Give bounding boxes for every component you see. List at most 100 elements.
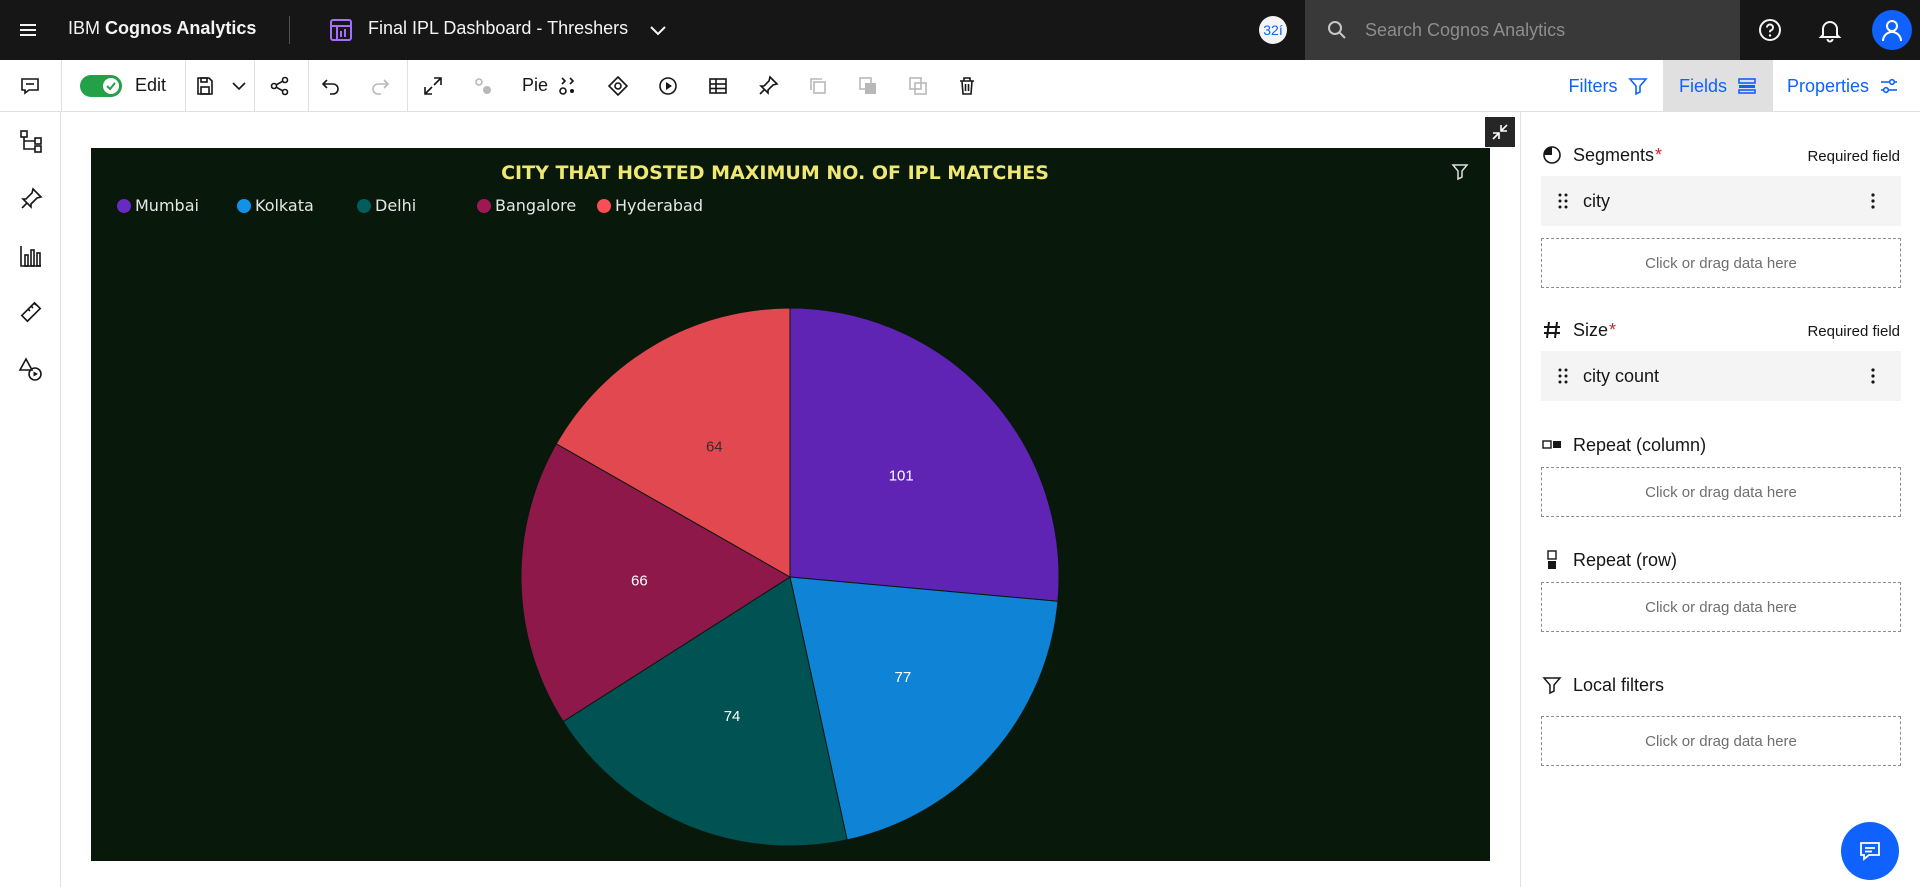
shapes-media-icon[interactable] [18, 356, 44, 382]
pie-slice-mumbai[interactable] [789, 307, 1060, 602]
bar-chart-icon[interactable] [18, 243, 44, 269]
legend-item-hyderabad[interactable]: Hyderabad [597, 196, 703, 215]
legend-label: Kolkata [255, 196, 314, 215]
legend-label: Hyderabad [615, 196, 703, 215]
fields-panel: Segments * Required field city Click or d… [1520, 112, 1920, 887]
local-filters-title: Local filters [1573, 674, 1665, 695]
segments-drop-zone[interactable]: Click or drag data here [1541, 238, 1901, 288]
chart-type-label[interactable]: Pie [522, 75, 548, 96]
dashboard-icon [328, 17, 354, 43]
pie-data-label: 64 [706, 439, 723, 456]
size-field-city-count[interactable]: city count [1541, 351, 1901, 401]
brand-prefix: IBM [68, 18, 101, 38]
comment-icon[interactable] [18, 74, 42, 98]
help-icon[interactable] [1757, 17, 1783, 43]
product-brand[interactable]: IBM Cognos Analytics [68, 18, 256, 39]
chat-icon [1860, 842, 1880, 861]
repeat-column-heading: Repeat (column) [1541, 434, 1706, 456]
repeat-row-heading: Repeat (row) [1541, 549, 1677, 571]
overflow-menu-icon[interactable] [1863, 366, 1883, 386]
redo-icon[interactable] [368, 74, 392, 98]
segments-title: Segments [1573, 144, 1655, 165]
checkmark-icon [103, 78, 119, 94]
share-icon[interactable] [268, 74, 292, 98]
left-rail [0, 112, 61, 887]
hierarchy-icon[interactable] [18, 128, 44, 154]
legend-item-bangalore[interactable]: Bangalore [477, 196, 576, 215]
legend-item-mumbai[interactable]: Mumbai [117, 196, 199, 215]
properties-label: Properties [1786, 75, 1870, 96]
chart-legend: Mumbai Kolkata Delhi Bangalore Hyderabad [91, 196, 991, 220]
local-filters-heading: Local filters [1541, 674, 1664, 696]
segments-field-city[interactable]: city [1541, 176, 1901, 226]
chevron-down-icon[interactable] [646, 18, 670, 42]
undo-icon[interactable] [319, 74, 343, 98]
hash-icon [1541, 319, 1563, 341]
status-badge[interactable]: 32í [1259, 16, 1287, 44]
user-avatar-icon[interactable] [1872, 10, 1912, 50]
bring-forward-icon[interactable] [856, 74, 880, 98]
collapse-icon[interactable] [1485, 117, 1515, 147]
delete-icon[interactable] [955, 74, 979, 98]
animate-icon[interactable] [656, 74, 680, 98]
filter-icon [1541, 674, 1563, 696]
legend-label: Delhi [375, 196, 417, 215]
sliders-icon [1881, 78, 1898, 94]
chevron-down-icon[interactable] [227, 74, 251, 98]
filter-icon[interactable] [1450, 162, 1470, 182]
repeat-column-icon [1541, 434, 1563, 456]
pin-icon[interactable] [756, 74, 780, 98]
pie-chart-widget[interactable]: 101 77 74 66 64 CITY THAT HOSTED MAXIMUM NO.… [91, 148, 1490, 861]
legend-item-kolkata[interactable]: Kolkata [237, 196, 314, 215]
toolbar-divider [254, 60, 255, 112]
legend-label: Mumbai [135, 196, 199, 215]
legend-item-delhi[interactable]: Delhi [357, 196, 416, 215]
legend-swatch [237, 198, 251, 213]
filters-label: Filters [1568, 75, 1618, 96]
chart-title: CITY THAT HOSTED MAXIMUM NO. OF IPL MATC… [501, 162, 1049, 184]
repeat-row-drop-zone[interactable]: Click or drag data here [1541, 582, 1901, 632]
segments-heading: Segments * [1541, 144, 1662, 166]
send-backward-icon[interactable] [906, 74, 930, 98]
edit-toggle[interactable] [80, 75, 122, 97]
format-icon[interactable] [606, 74, 630, 98]
change-visualization-icon[interactable] [556, 74, 580, 98]
fields-label: Fields [1678, 75, 1727, 96]
connect-icon[interactable] [471, 74, 495, 98]
field-label: city count [1583, 365, 1660, 386]
search-bar [1305, 0, 1740, 60]
legend-swatch [477, 198, 491, 213]
filters-button[interactable]: Filters [1553, 60, 1663, 112]
toolbar-divider [407, 60, 408, 112]
size-title: Size [1573, 319, 1609, 340]
design-tools-icon[interactable] [18, 299, 44, 325]
dashboard-title[interactable]: Final IPL Dashboard - Threshers [368, 18, 628, 39]
expand-icon[interactable] [421, 74, 445, 98]
pie-data-label: 101 [889, 467, 914, 484]
repeat-column-drop-zone[interactable]: Click or drag data here [1541, 467, 1901, 517]
segments-required-label: Required field [1807, 148, 1900, 165]
pie-data-label: 66 [631, 573, 648, 590]
save-icon[interactable] [193, 74, 217, 98]
filter-icon [1627, 78, 1648, 96]
header-divider [289, 16, 290, 44]
search-input[interactable] [1365, 14, 1725, 46]
overflow-menu-icon[interactable] [1863, 191, 1883, 211]
properties-button[interactable]: Properties [1773, 60, 1913, 112]
copy-icon[interactable] [806, 74, 830, 98]
drag-handle-icon[interactable] [1557, 192, 1569, 210]
pie-chart[interactable]: 101 77 74 66 64 [91, 148, 1490, 861]
pin-icon[interactable] [18, 186, 44, 212]
toolbar-divider [61, 60, 62, 112]
local-filters-drop-zone[interactable]: Click or drag data here [1541, 716, 1901, 766]
legend-swatch [117, 198, 131, 213]
search-icon [1325, 18, 1349, 42]
notification-bell-icon[interactable] [1817, 17, 1843, 43]
pie-data-label: 77 [895, 669, 912, 686]
hamburger-menu-icon[interactable] [16, 18, 40, 42]
table-icon[interactable] [706, 74, 730, 98]
size-heading: Size * [1541, 319, 1616, 341]
drag-handle-icon[interactable] [1557, 367, 1569, 385]
fields-button[interactable]: Fields [1663, 60, 1773, 112]
chat-assistant-button[interactable] [1841, 822, 1899, 880]
